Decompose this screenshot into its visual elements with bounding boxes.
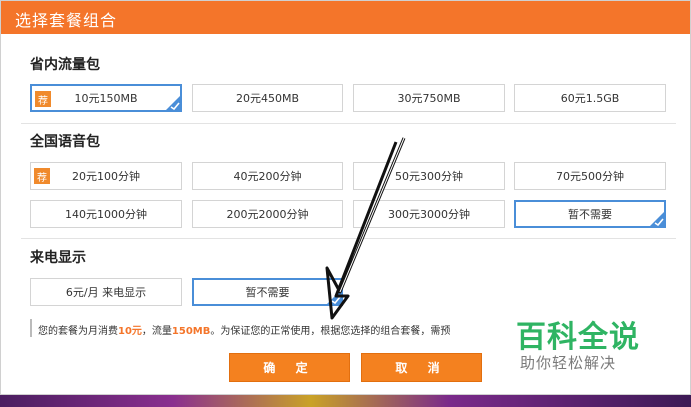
note-mid: ，流量 <box>141 326 172 337</box>
checkmark-icon <box>650 212 664 226</box>
option-voice-20[interactable]: 荐 20元100分钟 <box>30 162 182 190</box>
option-label: 70元500分钟 <box>556 170 624 183</box>
option-voice-50[interactable]: 50元300分钟 <box>353 162 505 190</box>
option-data-10[interactable]: 荐 10元150MB <box>30 84 182 112</box>
note-data: 150MB <box>171 326 211 337</box>
option-label: 300元3000分钟 <box>388 208 470 221</box>
option-callerid-6[interactable]: 6元/月 来电显示 <box>30 278 182 306</box>
option-data-20[interactable]: 20元450MB <box>192 84 343 112</box>
watermark-title: 百科全说 <box>516 320 640 355</box>
option-voice-40[interactable]: 40元200分钟 <box>192 162 343 190</box>
option-voice-70[interactable]: 70元500分钟 <box>514 162 666 190</box>
option-label: 40元200分钟 <box>233 170 302 183</box>
option-label: 6元/月 来电显示 <box>65 286 147 299</box>
section-title-data: 省内流量包 <box>30 57 100 73</box>
option-label: 140元1000分钟 <box>65 208 147 221</box>
option-voice-none[interactable]: 暂不需要 <box>514 200 666 228</box>
option-label: 20元450MB <box>235 92 300 105</box>
section-title-voice: 全国语音包 <box>30 134 100 150</box>
option-voice-300[interactable]: 300元3000分钟 <box>353 200 505 228</box>
recommend-badge: 荐 <box>35 91 51 107</box>
section-divider <box>21 238 676 239</box>
option-label: 暂不需要 <box>568 208 612 221</box>
baike-watermark: 百科全说 助你轻松解决 <box>506 312 656 374</box>
note-prefix: 您的套餐为月消费 <box>38 326 118 337</box>
option-voice-140[interactable]: 140元1000分钟 <box>30 200 182 228</box>
cancel-button[interactable]: 取 消 <box>361 353 482 382</box>
option-callerid-none[interactable]: 暂不需要 <box>192 278 343 306</box>
option-label: 暂不需要 <box>245 286 290 299</box>
dialog-title: 选择套餐组合 <box>15 11 118 30</box>
note-suffix: 。为保证您的正常使用，根据您选择的组合套餐，需预 <box>210 326 451 337</box>
confirm-button[interactable]: 确 定 <box>229 353 350 382</box>
option-voice-200[interactable]: 200元2000分钟 <box>192 200 343 228</box>
package-summary-note: 您的套餐为月消费10元，流量150MB。为保证您的正常使用，根据您选择的组合套餐… <box>38 322 498 337</box>
checkmark-icon <box>327 290 341 304</box>
option-label: 30元750MB <box>397 92 461 105</box>
option-label: 60元1.5GB <box>560 92 620 105</box>
dialog-titlebar: 选择套餐组合 <box>1 1 690 34</box>
option-label: 200元2000分钟 <box>226 208 309 221</box>
section-divider <box>21 123 676 124</box>
checkmark-icon <box>166 96 180 110</box>
option-label: 20元100分钟 <box>72 170 140 183</box>
watermark-subtitle: 助你轻松解决 <box>520 354 617 372</box>
option-label: 10元150MB <box>74 92 138 105</box>
recommend-badge: 荐 <box>34 168 50 184</box>
option-data-60[interactable]: 60元1.5GB <box>514 84 666 112</box>
option-label: 50元300分钟 <box>395 170 463 183</box>
note-marker <box>30 319 32 337</box>
section-title-callerid: 来电显示 <box>30 250 86 266</box>
note-price: 10元 <box>118 326 142 337</box>
option-data-30[interactable]: 30元750MB <box>353 84 505 112</box>
